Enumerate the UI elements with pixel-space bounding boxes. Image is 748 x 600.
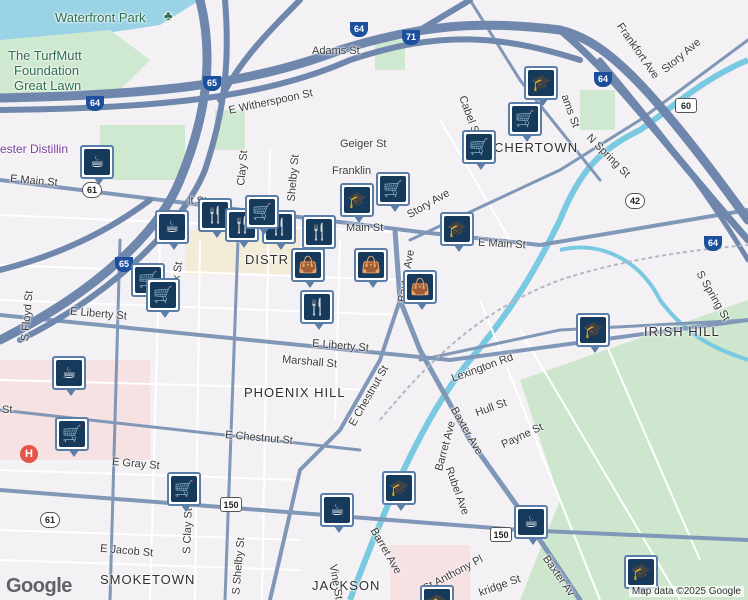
shopping-bag-marker[interactable]: 👜 <box>291 248 325 288</box>
shopping-bag-icon: 👜 <box>358 252 384 278</box>
park-green-4 <box>580 90 615 130</box>
shopping-cart-marker[interactable]: 🛒 <box>376 172 410 212</box>
cafe-marker[interactable]: ☕ <box>52 356 86 396</box>
us150-shield-mid: 150 <box>220 497 242 512</box>
shopping-cart-icon: 🛒 <box>466 134 492 160</box>
cafe-icon: ☕ <box>159 214 185 240</box>
restaurant-marker[interactable]: 🍴 <box>300 290 334 330</box>
graduation-cap-icon: 🎓 <box>528 70 554 96</box>
cafe-marker[interactable]: ☕ <box>155 210 189 250</box>
us60-shield: 60 <box>675 98 697 113</box>
shopping-cart-icon: 🛒 <box>249 199 275 225</box>
fork-knife-icon: 🍴 <box>306 219 332 245</box>
i64-shield-se: 64 <box>704 236 722 251</box>
shopping-cart-marker[interactable]: 🛒 <box>167 472 201 512</box>
graduation-cap-icon: 🎓 <box>424 589 450 600</box>
map-canvas[interactable]: Waterfront Park ♣ The TurfMutt Foundatio… <box>0 0 748 600</box>
shopping-bag-marker[interactable]: 👜 <box>403 270 437 310</box>
smoketown-label: SMOKETOWN <box>100 572 196 587</box>
cafe-icon: ☕ <box>324 497 350 523</box>
graduation-cap-icon: 🎓 <box>444 216 470 242</box>
graduation-cap-icon: 🎓 <box>344 187 370 213</box>
shopping-cart-marker[interactable]: 🛒 <box>245 195 279 235</box>
i64-shield: 64 <box>350 22 368 37</box>
graduation-cap-icon: 🎓 <box>628 559 654 585</box>
shopping-cart-icon: 🛒 <box>171 476 197 502</box>
hospital-icon[interactable]: H <box>20 445 38 463</box>
cafe-marker[interactable]: ☕ <box>80 145 114 185</box>
shopping-bag-icon: 👜 <box>407 274 433 300</box>
shopping-cart-icon: 🛒 <box>150 282 176 308</box>
turfmutt-label-1: The TurfMutt <box>8 48 82 63</box>
district-label: DISTR <box>245 252 289 267</box>
jackson-label: JACKSON <box>312 578 381 593</box>
i64-shield-ne: 64 <box>594 72 612 87</box>
i64-shield-west: 64 <box>86 96 104 111</box>
distillery-label: ester Distillin <box>0 142 69 156</box>
shopping-cart-marker[interactable]: 🛒 <box>462 130 496 170</box>
main-st-label-mid: Main St <box>346 222 384 234</box>
school-marker[interactable]: 🎓 <box>440 212 474 252</box>
cafe-icon: ☕ <box>84 149 110 175</box>
shopping-cart-marker[interactable]: 🛒 <box>55 417 89 457</box>
park-tree-icon: ♣ <box>164 8 173 23</box>
school-marker[interactable]: 🎓 <box>420 585 454 600</box>
us150-shield-east: 150 <box>490 527 512 542</box>
geiger-st-label: Geiger St <box>340 138 387 150</box>
restaurant-marker[interactable]: 🍴 <box>302 215 336 255</box>
cafe-icon: ☕ <box>518 509 544 535</box>
ky61-shield-south: 61 <box>40 512 60 528</box>
map-base-layer <box>0 0 748 600</box>
st-label-left: St <box>2 404 13 416</box>
shopping-bag-marker[interactable]: 👜 <box>354 248 388 288</box>
waterfront-park-label: Waterfront Park <box>55 10 146 25</box>
ky42-shield: 42 <box>625 193 645 209</box>
e-main-st-road <box>0 178 748 248</box>
shopping-cart-marker[interactable]: 🛒 <box>508 102 542 142</box>
school-marker[interactable]: 🎓 <box>576 313 610 353</box>
cafe-icon: ☕ <box>56 360 82 386</box>
turfmutt-label-3: Great Lawn <box>14 78 82 93</box>
turfmutt-label-2: Foundation <box>14 63 80 78</box>
story-ave-road <box>408 38 748 242</box>
school-marker[interactable]: 🎓 <box>340 183 374 223</box>
graduation-cap-icon: 🎓 <box>386 475 412 501</box>
school-marker[interactable]: 🎓 <box>524 66 558 106</box>
adams-st-label: Adams St <box>312 45 360 57</box>
fork-knife-icon: 🍴 <box>304 294 330 320</box>
irish-hill-label: IRISH HILL <box>644 324 720 339</box>
shopping-cart-icon: 🛒 <box>59 421 85 447</box>
shopping-bag-icon: 👜 <box>295 252 321 278</box>
shopping-cart-icon: 🛒 <box>512 106 538 132</box>
s-clay-st-label: S Clay St <box>181 507 195 555</box>
franklin-st-label: Franklin <box>332 165 372 177</box>
i71-shield: 71 <box>402 30 420 45</box>
phoenix-hill-label: PHOENIX HILL <box>244 385 346 400</box>
cafe-marker[interactable]: ☕ <box>514 505 548 545</box>
graduation-cap-icon: 🎓 <box>580 317 606 343</box>
e-main-st-label-east: E Main St <box>477 236 526 252</box>
i65-shield: 65 <box>203 76 221 91</box>
map-attribution[interactable]: Map data ©2025 Google <box>628 586 744 597</box>
cafe-marker[interactable]: ☕ <box>320 493 354 533</box>
shopping-cart-marker[interactable]: 🛒 <box>146 278 180 318</box>
google-logo[interactable]: Google <box>6 575 72 598</box>
school-marker[interactable]: 🎓 <box>382 471 416 511</box>
school-marker[interactable]: 🎓 <box>624 555 658 595</box>
shopping-cart-icon: 🛒 <box>380 176 406 202</box>
